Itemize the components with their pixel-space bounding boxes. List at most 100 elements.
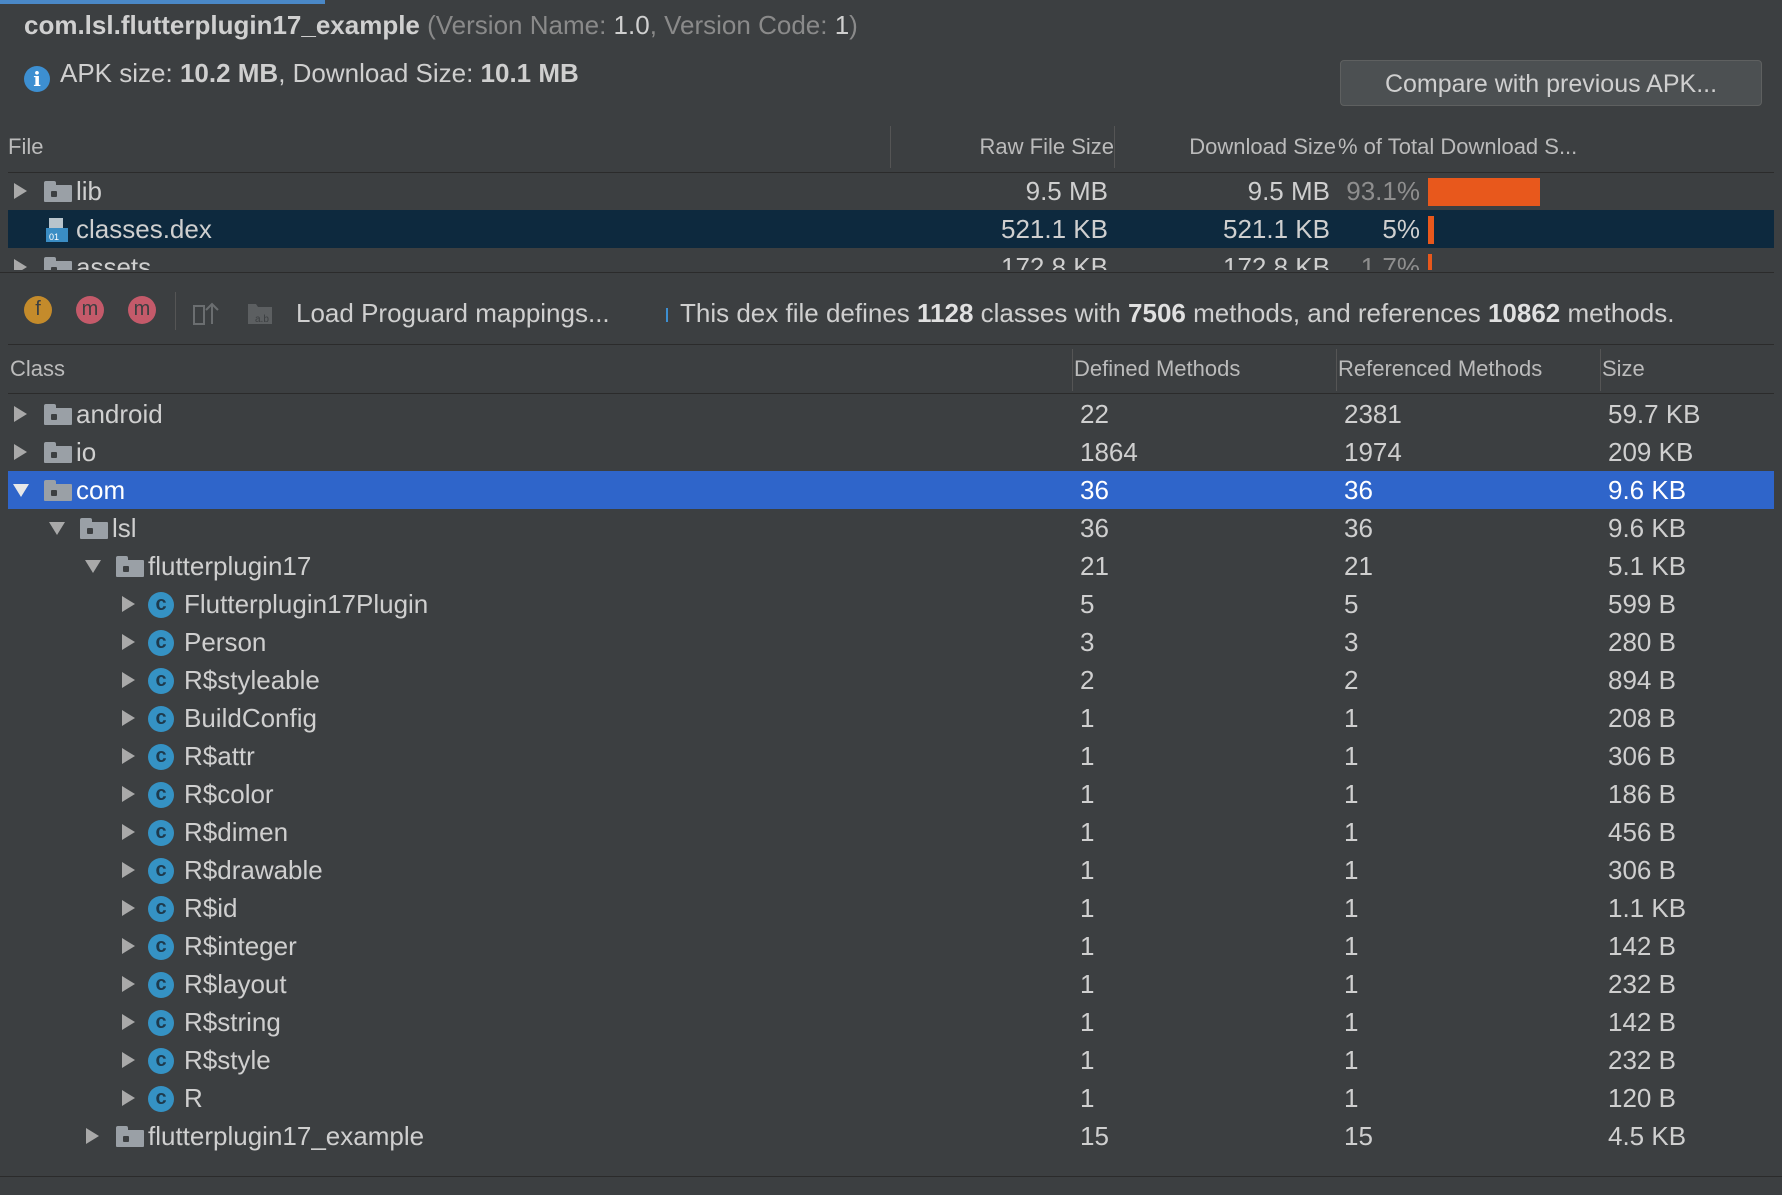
package-row[interactable]: android 22 2381 59.7 KB xyxy=(8,395,1774,433)
package-row[interactable]: flutterplugin17_example 15 15 4.5 KB xyxy=(8,1117,1774,1155)
package-row[interactable]: lsl 36 36 9.6 KB xyxy=(8,509,1774,547)
class-row[interactable]: R$layout 1 1 232 B xyxy=(8,965,1774,1003)
class-icon xyxy=(148,1041,174,1079)
class-row[interactable]: Flutterplugin17Plugin 5 5 599 B xyxy=(8,585,1774,623)
size-value: 232 B xyxy=(1608,969,1676,999)
show-methods-icon[interactable]: m xyxy=(76,296,104,324)
compare-apk-button[interactable]: Compare with previous APK... xyxy=(1340,60,1762,106)
expand-arrow-icon[interactable] xyxy=(122,596,135,612)
class-row[interactable]: R$integer 1 1 142 B xyxy=(8,927,1774,965)
column-header-file[interactable]: File xyxy=(8,122,43,172)
collapse-arrow-icon[interactable] xyxy=(85,560,101,573)
package-row[interactable]: com 36 36 9.6 KB xyxy=(8,471,1774,509)
class-name: BuildConfig xyxy=(184,703,317,733)
class-row[interactable]: R$attr 1 1 306 B xyxy=(8,737,1774,775)
expand-arrow-icon[interactable] xyxy=(122,672,135,688)
referenced-methods: 1 xyxy=(1344,1083,1359,1113)
referenced-methods: 1 xyxy=(1344,893,1359,923)
size-value: 1.1 KB xyxy=(1608,893,1687,923)
expand-arrow-icon[interactable] xyxy=(122,900,135,916)
version-code: 1 xyxy=(834,10,850,40)
expand-arrow-icon[interactable] xyxy=(122,976,135,992)
referenced-methods: 15 xyxy=(1344,1121,1373,1151)
class-row[interactable]: Person 3 3 280 B xyxy=(8,623,1774,661)
file-row-lib[interactable]: lib 9.5 MB 9.5 MB 93.1% xyxy=(8,172,1774,210)
apk-size-label: APK size: xyxy=(60,58,180,88)
referenced-methods: 1974 xyxy=(1344,437,1402,467)
class-icon xyxy=(148,851,174,889)
expand-arrow-icon[interactable] xyxy=(122,634,135,650)
percent-value: 5% xyxy=(1382,214,1420,244)
class-row[interactable]: R$style 1 1 232 B xyxy=(8,1041,1774,1079)
defined-methods: 15 xyxy=(1080,1121,1109,1151)
expand-arrow-icon[interactable] xyxy=(122,938,135,954)
show-fields-icon[interactable]: f xyxy=(24,296,52,324)
class-row[interactable]: R$id 1 1 1.1 KB xyxy=(8,889,1774,927)
expand-arrow-icon[interactable] xyxy=(122,786,135,802)
column-header-class[interactable]: Class xyxy=(10,345,65,393)
expand-arrow-icon[interactable] xyxy=(122,1014,135,1030)
expand-arrow-icon[interactable] xyxy=(14,259,27,270)
size-value: 209 KB xyxy=(1608,437,1694,467)
raw-size: 521.1 KB xyxy=(1001,214,1108,244)
package-row[interactable]: flutterplugin17 21 21 5.1 KB xyxy=(8,547,1774,585)
column-header-referenced-methods[interactable]: Referenced Methods xyxy=(1338,345,1542,393)
class-name: flutterplugin17_example xyxy=(148,1121,425,1151)
percent-value: 1.7% xyxy=(1360,252,1420,270)
class-row[interactable]: R$color 1 1 186 B xyxy=(8,775,1774,813)
package-row[interactable]: io 1864 1974 209 KB xyxy=(8,433,1774,471)
column-separator[interactable] xyxy=(890,126,891,168)
column-separator[interactable] xyxy=(1600,349,1601,391)
package-name: com.lsl.flutterplugin17_example xyxy=(24,10,420,40)
expand-arrow-icon[interactable] xyxy=(86,1128,99,1144)
proguard-mappings-icon[interactable]: a.b xyxy=(246,300,274,326)
referenced-methods: 36 xyxy=(1344,513,1373,543)
class-name: Flutterplugin17Plugin xyxy=(184,589,429,619)
file-row-assets[interactable]: assets 172.8 KB 172.8 KB 1.7% xyxy=(8,248,1774,270)
column-header-defined-methods[interactable]: Defined Methods xyxy=(1074,345,1240,393)
class-row[interactable]: R$drawable 1 1 306 B xyxy=(8,851,1774,889)
column-header-download-size[interactable]: Download Size xyxy=(1116,122,1336,172)
expand-arrow-icon[interactable] xyxy=(122,1052,135,1068)
expand-arrow-icon[interactable] xyxy=(14,406,27,422)
class-name: android xyxy=(76,399,163,429)
expand-arrow-icon[interactable] xyxy=(122,748,135,764)
column-header-raw-size[interactable]: Raw File Size xyxy=(898,122,1114,172)
column-header-size[interactable]: Size xyxy=(1602,345,1645,393)
size-value: 280 B xyxy=(1608,627,1676,657)
class-row[interactable]: BuildConfig 1 1 208 B xyxy=(8,699,1774,737)
expand-arrow-icon[interactable] xyxy=(122,862,135,878)
class-row[interactable]: R$dimen 1 1 456 B xyxy=(8,813,1774,851)
class-row[interactable]: R 1 1 120 B xyxy=(8,1079,1774,1117)
file-name: classes.dex xyxy=(76,214,212,244)
dex-class-count: 1128 xyxy=(917,298,974,328)
column-separator[interactable] xyxy=(1336,349,1337,391)
expand-arrow-icon[interactable] xyxy=(122,1090,135,1106)
file-name: assets xyxy=(76,252,152,270)
svg-text:a.b: a.b xyxy=(255,314,269,325)
class-row[interactable]: R$string 1 1 142 B xyxy=(8,1003,1774,1041)
collapse-arrow-icon[interactable] xyxy=(49,522,65,535)
expand-arrow-icon[interactable] xyxy=(122,824,135,840)
class-tree-table: Class Defined Methods Referenced Methods… xyxy=(8,344,1774,1177)
expand-arrow-icon[interactable] xyxy=(122,710,135,726)
expand-arrow-icon[interactable] xyxy=(14,183,27,199)
show-referenced-methods-icon[interactable]: m xyxy=(128,296,156,324)
folder-icon xyxy=(44,181,72,202)
column-header-percent[interactable]: % of Total Download S... xyxy=(1338,122,1774,172)
load-proguard-mappings-link[interactable]: Load Proguard mappings... xyxy=(296,298,610,329)
dex-info-mid2: methods, and references xyxy=(1185,298,1488,328)
expand-arrow-icon[interactable] xyxy=(14,444,27,460)
class-name: flutterplugin17 xyxy=(148,551,312,581)
class-row[interactable]: R$styleable 2 2 894 B xyxy=(8,661,1774,699)
column-separator[interactable] xyxy=(1114,126,1115,168)
file-row-classes-dex[interactable]: 01 classes.dex 521.1 KB 521.1 KB 5% xyxy=(8,210,1774,248)
collapse-arrow-icon[interactable] xyxy=(13,484,29,497)
class-icon xyxy=(148,585,174,623)
scrollbar-track[interactable] xyxy=(1774,122,1782,1176)
column-separator[interactable] xyxy=(1072,349,1073,391)
size-value: 142 B xyxy=(1608,931,1676,961)
class-name: R$layout xyxy=(184,969,287,999)
deobfuscate-icon[interactable] xyxy=(192,300,220,326)
class-icon xyxy=(148,699,174,737)
